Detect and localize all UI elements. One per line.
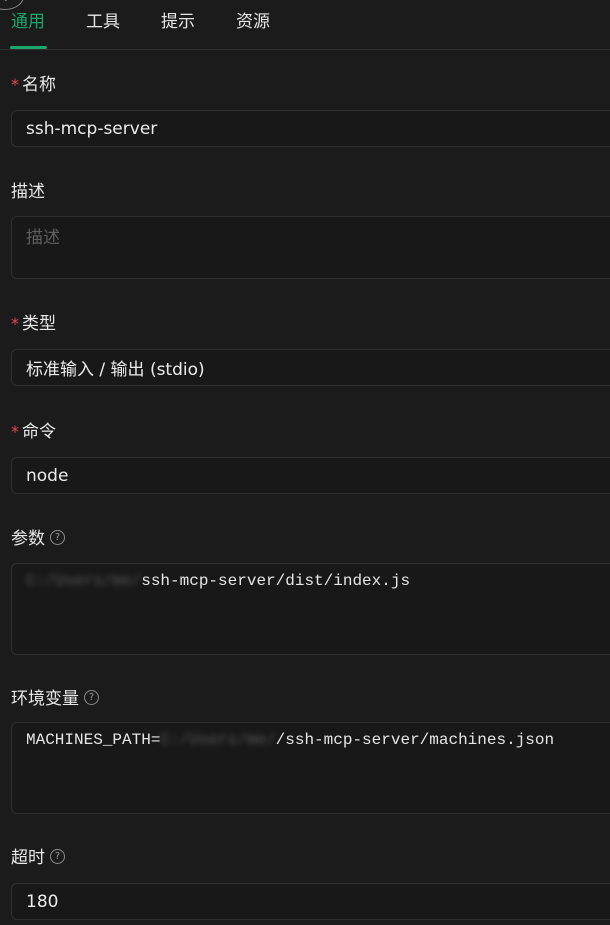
- tab-resources[interactable]: 资源: [236, 10, 270, 34]
- description-placeholder: 描述: [26, 228, 60, 248]
- redacted-path: C:/Users/me/: [160, 731, 276, 749]
- description-textarea[interactable]: 描述: [11, 216, 610, 279]
- tab-prompts[interactable]: 提示: [161, 10, 195, 34]
- redacted-path: C:/Users/me/: [26, 572, 142, 590]
- help-icon[interactable]: ?: [50, 849, 65, 864]
- type-select[interactable]: 标准输入 / 输出 (stdio): [11, 349, 610, 386]
- env-value: MACHINES_PATH=C:/Users/me//ssh-mcp-serve…: [26, 731, 555, 749]
- help-icon[interactable]: ?: [50, 530, 65, 545]
- args-textarea[interactable]: C:/Users/me/ssh-mcp-server/dist/index.js: [11, 563, 610, 655]
- name-value: ssh-mcp-server: [26, 118, 158, 139]
- timeout-input[interactable]: 180: [11, 883, 610, 920]
- args-label: 参数?: [11, 527, 65, 551]
- tab-bar: 通用 工具 提示 资源: [0, 0, 610, 50]
- name-input[interactable]: ssh-mcp-server: [11, 110, 610, 147]
- required-mark: *: [11, 422, 19, 441]
- tab-general[interactable]: 通用: [11, 10, 45, 34]
- timeout-label: 超时?: [11, 846, 65, 870]
- type-label: * 类型: [11, 314, 56, 334]
- description-label: 描述: [11, 182, 45, 202]
- required-mark: *: [11, 75, 19, 94]
- type-value: 标准输入 / 输出 (stdio): [26, 360, 205, 380]
- command-value: node: [26, 465, 69, 486]
- timeout-value: 180: [26, 891, 59, 912]
- env-label: 环境变量?: [11, 687, 99, 711]
- mcp-server-settings-page: ‹ 通用 工具 提示 资源 *名称 ssh-mcp-server 描述 描述 *…: [0, 0, 610, 925]
- help-icon[interactable]: ?: [84, 690, 99, 705]
- command-label: * 命令: [11, 422, 56, 442]
- active-tab-indicator: [10, 46, 47, 49]
- args-value: C:/Users/me/ssh-mcp-server/dist/index.js: [26, 572, 411, 590]
- env-textarea[interactable]: MACHINES_PATH=C:/Users/me//ssh-mcp-serve…: [11, 722, 610, 814]
- tab-tools[interactable]: 工具: [86, 10, 120, 34]
- command-input[interactable]: node: [11, 457, 610, 494]
- name-label: * 名称: [11, 75, 56, 95]
- required-mark: *: [11, 314, 19, 333]
